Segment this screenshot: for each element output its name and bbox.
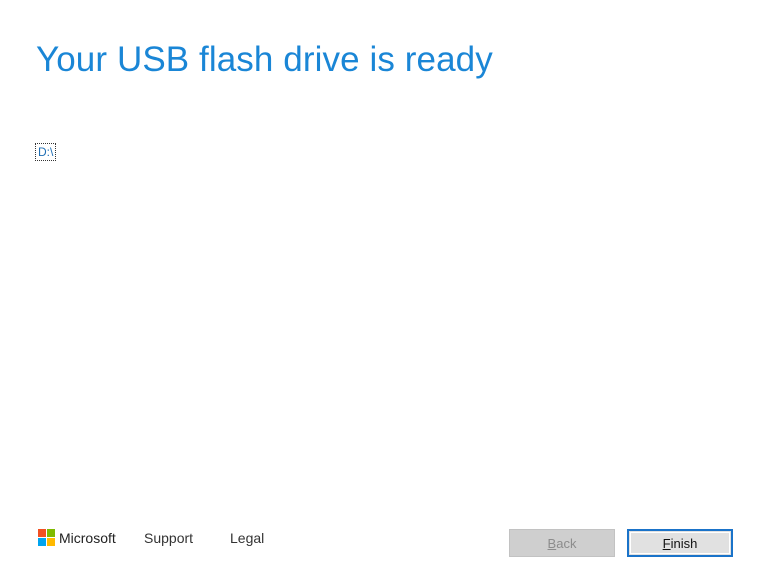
drive-path-link[interactable]: D:\ (35, 143, 57, 161)
finish-button-label: Finish (662, 535, 698, 551)
support-link[interactable]: Support (144, 530, 193, 546)
back-button-label: Back (547, 535, 577, 551)
logo-square-green (47, 529, 55, 537)
finish-button[interactable]: Finish (627, 529, 733, 557)
usb-ready-page: Your USB flash drive is ready D:\ Micros… (0, 0, 768, 579)
microsoft-logo-icon (38, 529, 55, 546)
back-button[interactable]: Back (509, 529, 615, 557)
page-title: Your USB flash drive is ready (36, 40, 493, 79)
legal-link[interactable]: Legal (230, 530, 264, 546)
logo-square-red (38, 529, 46, 537)
logo-square-yellow (47, 538, 55, 546)
microsoft-brand-text: Microsoft (59, 529, 116, 546)
microsoft-logo: Microsoft (38, 529, 116, 546)
logo-square-blue (38, 538, 46, 546)
